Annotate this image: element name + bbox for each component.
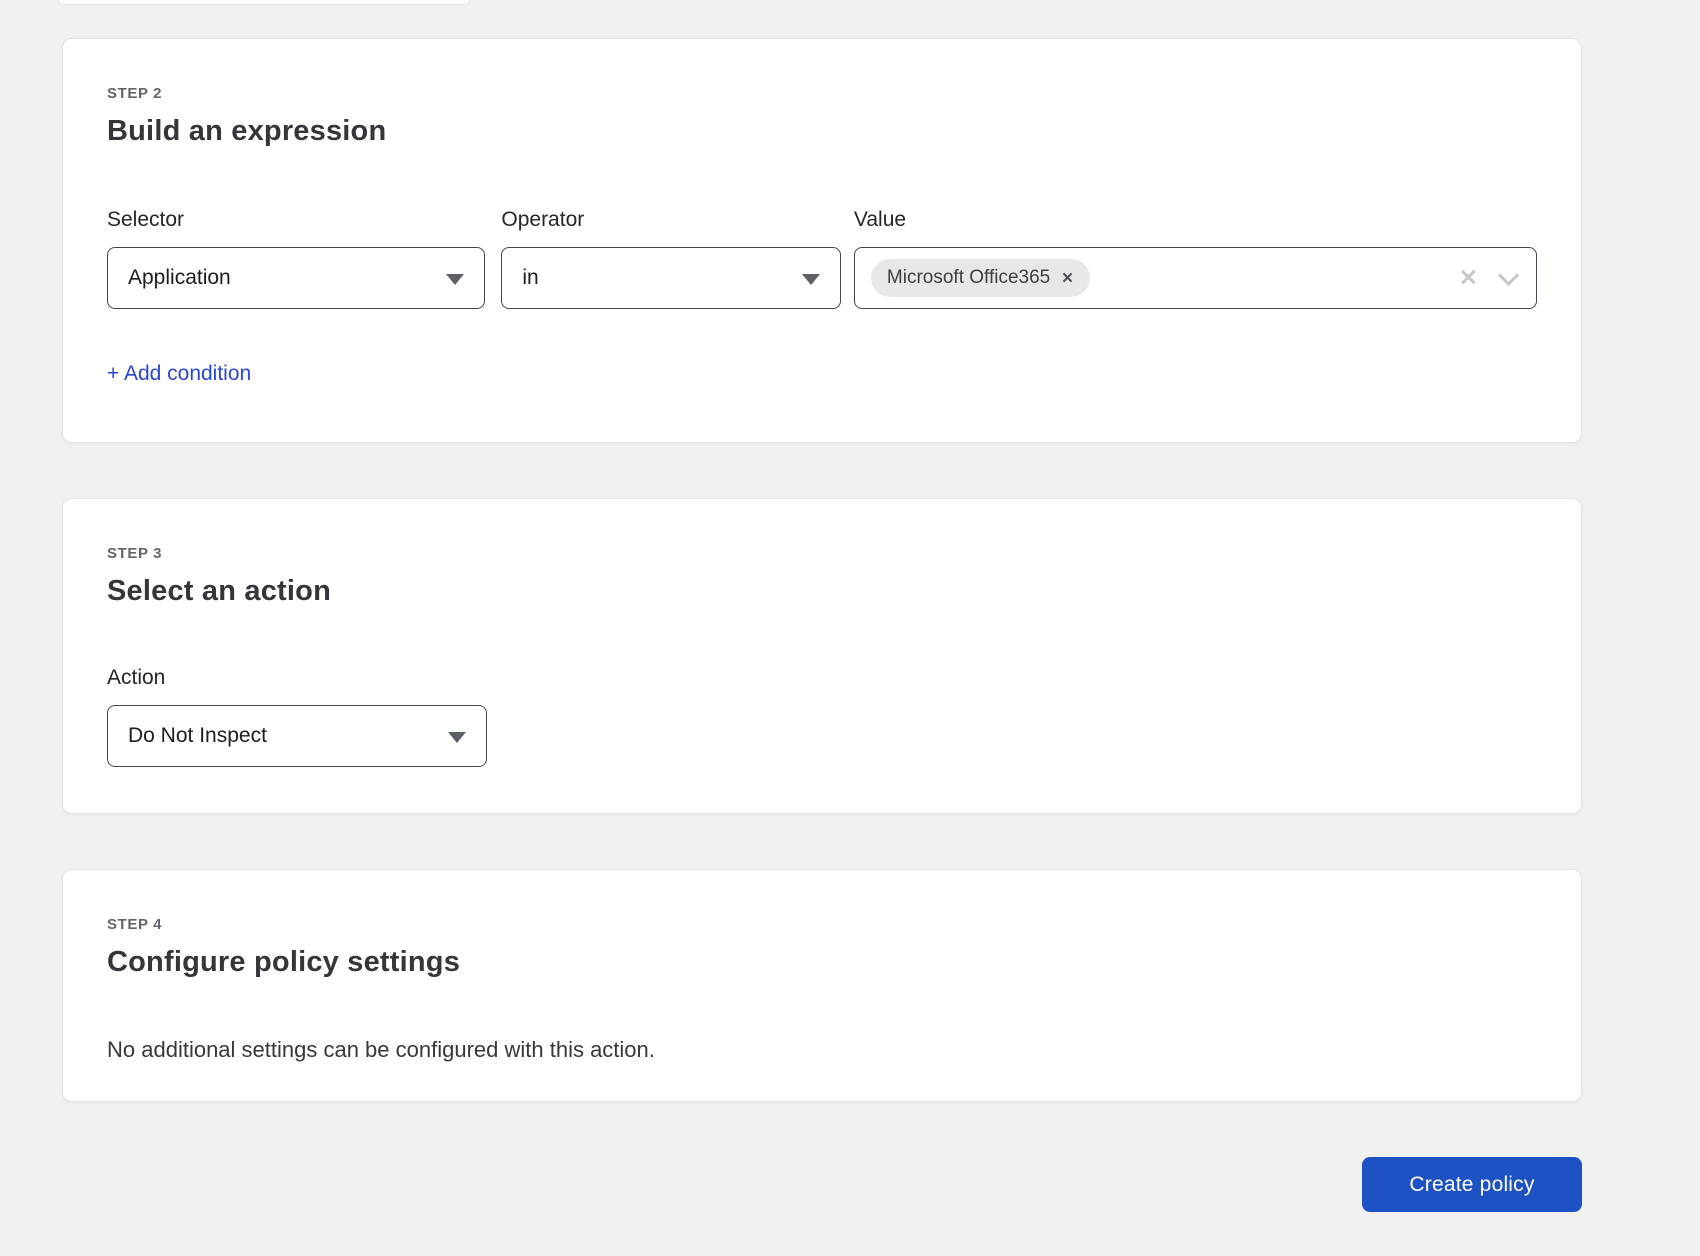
selector-field-group: Selector Application <box>107 208 485 309</box>
action-dropdown-value: Do Not Inspect <box>128 724 267 748</box>
step2-label: STEP 2 <box>107 85 1537 102</box>
step2-card: STEP 2 Build an expression Selector Appl… <box>62 38 1582 443</box>
value-field-group: Value Microsoft Office365 ✕ ✕ <box>854 208 1537 309</box>
step3-title: Select an action <box>107 575 1537 608</box>
step4-title: Configure policy settings <box>107 946 1537 979</box>
operator-dropdown-value: in <box>522 266 538 290</box>
selector-dropdown-value: Application <box>128 266 231 290</box>
operator-label: Operator <box>501 208 841 232</box>
chevron-down-icon <box>448 732 466 743</box>
selector-dropdown[interactable]: Application <box>107 247 485 309</box>
footer-actions: Create policy <box>62 1157 1582 1212</box>
step2-title: Build an expression <box>107 115 1537 148</box>
action-field-group: Action Do Not Inspect <box>107 666 487 767</box>
tag-remove-icon[interactable]: ✕ <box>1061 271 1074 286</box>
create-policy-button[interactable]: Create policy <box>1362 1157 1582 1212</box>
chevron-down-icon <box>446 274 464 285</box>
step3-card: STEP 3 Select an action Action Do Not In… <box>62 498 1582 814</box>
selector-label: Selector <box>107 208 485 232</box>
step4-label: STEP 4 <box>107 916 1537 933</box>
value-tag: Microsoft Office365 ✕ <box>871 259 1090 297</box>
action-dropdown[interactable]: Do Not Inspect <box>107 705 487 767</box>
clear-all-icon[interactable]: ✕ <box>1459 267 1478 290</box>
chevron-down-icon <box>802 274 820 285</box>
chevron-down-icon[interactable] <box>1500 266 1516 282</box>
operator-dropdown[interactable]: in <box>501 247 841 309</box>
operator-field-group: Operator in <box>501 208 841 309</box>
step3-label: STEP 3 <box>107 545 1537 562</box>
policy-builder-steps: STEP 2 Build an expression Selector Appl… <box>62 38 1582 1212</box>
previous-card-bottom-edge <box>58 0 470 5</box>
value-label: Value <box>854 208 1537 232</box>
value-tag-text: Microsoft Office365 <box>887 267 1050 289</box>
add-condition-link[interactable]: + Add condition <box>107 362 251 386</box>
value-multiselect-input[interactable]: Microsoft Office365 ✕ ✕ <box>854 247 1537 309</box>
action-label: Action <box>107 666 487 690</box>
expression-row: Selector Application Operator in Value M… <box>107 208 1537 309</box>
no-settings-message: No additional settings can be configured… <box>107 1037 1537 1063</box>
step4-card: STEP 4 Configure policy settings No addi… <box>62 869 1582 1102</box>
